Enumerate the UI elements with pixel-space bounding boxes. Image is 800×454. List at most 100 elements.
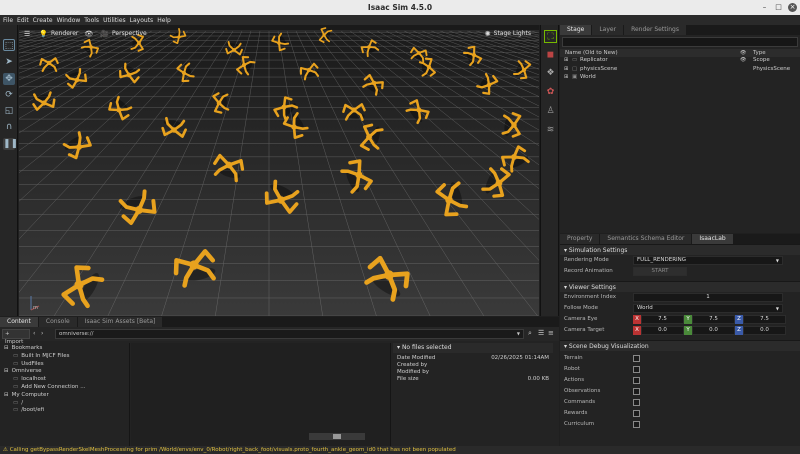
tab-console[interactable]: Console xyxy=(38,317,77,327)
camera-eye-y-input[interactable]: 7.5 xyxy=(692,315,735,324)
zoom-slider-handle[interactable] xyxy=(333,434,341,439)
file-grid[interactable] xyxy=(131,343,391,446)
commands-checkbox[interactable] xyxy=(633,399,640,406)
simulation-settings-header[interactable]: ▾ Simulation Settings xyxy=(560,244,800,255)
collapse-icon: ▾ xyxy=(397,344,401,351)
person-icon[interactable]: ♙ xyxy=(544,105,557,118)
camera-target-y-input[interactable]: 0.0 xyxy=(692,326,735,335)
collapse-icon[interactable]: ⊟ xyxy=(4,392,9,398)
stage-row-world[interactable]: ⊞ ▣ World xyxy=(560,74,800,83)
camera-icon[interactable]: 🎥 xyxy=(100,30,109,38)
expand-icon[interactable]: ⊞ xyxy=(564,74,568,82)
menu-tools[interactable]: Tools xyxy=(84,17,99,24)
tab-layer[interactable]: Layer xyxy=(592,25,624,35)
tree-item[interactable]: ▭ localhost xyxy=(0,376,129,384)
details-header[interactable]: ▾ No files selected xyxy=(393,343,553,353)
collapse-icon[interactable]: ⊟ xyxy=(4,345,9,351)
robot-checkbox[interactable] xyxy=(633,366,640,373)
select-cursor-icon[interactable]: ➤ xyxy=(3,56,15,68)
select-all-icon[interactable]: ⬚ xyxy=(3,39,15,51)
terrain-checkbox[interactable] xyxy=(633,355,640,362)
viewport[interactable] xyxy=(19,25,539,316)
snap-icon[interactable]: ∩ xyxy=(3,121,15,133)
path-input[interactable]: omniverse:// ▼ xyxy=(55,329,524,339)
col-type[interactable]: Type xyxy=(753,49,766,57)
rewards-checkbox[interactable] xyxy=(633,410,640,417)
visibility-icon[interactable]: 👁 xyxy=(740,57,746,65)
minimize-icon[interactable]: – xyxy=(760,3,769,12)
menu-icon[interactable]: ≡ xyxy=(548,329,554,337)
tree-item[interactable]: ⊟ Omniverse xyxy=(0,368,129,376)
close-icon[interactable]: × xyxy=(788,3,797,12)
tab-semantics-schema-editor[interactable]: Semantics Schema Editor xyxy=(600,234,692,244)
environment-index-input[interactable]: 1 xyxy=(633,293,783,302)
tab-stage[interactable]: Stage xyxy=(560,25,592,35)
tab-render-settings[interactable]: Render Settings xyxy=(624,25,686,35)
curriculum-checkbox[interactable] xyxy=(633,421,640,428)
menu-create[interactable]: Create xyxy=(33,17,53,24)
menu-window[interactable]: Window xyxy=(57,17,81,24)
record-start-button[interactable]: START xyxy=(633,267,687,276)
menu-edit[interactable]: Edit xyxy=(17,17,29,24)
stage-lights-menu[interactable]: Stage Lights xyxy=(494,30,531,37)
tree-item[interactable]: ⊟ Bookmarks xyxy=(0,345,129,353)
tab-isaac-sim-assets[interactable]: Isaac Sim Assets [Beta] xyxy=(77,317,163,327)
back-icon[interactable]: ‹ xyxy=(33,330,35,337)
tree-item[interactable]: ▭ Built In MJCF Files xyxy=(0,353,129,361)
camera-target-x-input[interactable]: 0.0 xyxy=(641,326,684,335)
follow-mode-select[interactable]: World ▼ xyxy=(633,304,783,313)
menu-file[interactable]: File xyxy=(3,17,13,24)
stage-row-physicsscene[interactable]: ⊞ ▢ physicsScene PhysicsScene xyxy=(560,66,800,75)
rendering-mode-select[interactable]: FULL_RENDERING ▼ xyxy=(633,256,783,265)
eye-icon[interactable]: 👁 xyxy=(84,30,93,38)
tree-item[interactable]: ⊟ My Computer xyxy=(0,392,129,400)
tree-item[interactable]: ▭ UsdFiles xyxy=(0,361,129,369)
renderer-menu[interactable]: Renderer xyxy=(51,30,78,37)
camera-eye-x-input[interactable]: 7.5 xyxy=(641,315,684,324)
physics-icon[interactable]: ❖ xyxy=(544,67,557,80)
tab-isaaclab[interactable]: IsaacLab xyxy=(692,234,733,244)
forward-icon[interactable]: › xyxy=(41,330,43,337)
observations-checkbox[interactable] xyxy=(633,388,640,395)
tree-item[interactable]: ▭ Add New Connection ... xyxy=(0,384,129,392)
renderer-icon[interactable]: 💡 xyxy=(39,30,48,38)
stage-item-label: World xyxy=(580,74,596,80)
scene-debug-header[interactable]: ▾ Scene Debug Visualization xyxy=(560,340,800,351)
camera-menu[interactable]: Perspective xyxy=(112,30,147,37)
move-icon[interactable]: ✥ xyxy=(3,73,15,85)
layers-icon[interactable]: ≋ xyxy=(544,124,557,137)
tab-content[interactable]: Content xyxy=(0,317,38,327)
stage-row-replicator[interactable]: ⊞ ▭ Replicator 👁 Scope xyxy=(560,57,800,66)
tree-item-label: Add New Connection ... xyxy=(21,383,86,390)
pause-icon[interactable]: ❚❚ xyxy=(3,138,18,150)
camera-target-z-input[interactable]: 0.0 xyxy=(743,326,786,335)
camera-eye-z-input[interactable]: 7.5 xyxy=(743,315,786,324)
menu-layouts[interactable]: Layouts xyxy=(130,17,154,24)
stage-search-input[interactable] xyxy=(562,37,798,47)
maximize-icon[interactable]: □ xyxy=(774,3,783,12)
tab-property[interactable]: Property xyxy=(560,234,600,244)
expand-icon[interactable]: ⊞ xyxy=(564,57,568,65)
import-button[interactable]: + Import xyxy=(2,329,30,345)
rotate-icon[interactable]: ⟳ xyxy=(3,89,15,101)
viewport-scene[interactable] xyxy=(19,25,539,316)
filter-icon[interactable]: ⌕ xyxy=(528,329,532,338)
tree-item[interactable]: ▭ / xyxy=(0,400,129,408)
cube-icon[interactable]: ◼ xyxy=(544,49,557,62)
menu-utilities[interactable]: Utilities xyxy=(103,17,126,24)
tree-item[interactable]: ▭/boot/efi xyxy=(0,407,129,415)
menu-help[interactable]: Help xyxy=(157,17,171,24)
collapse-icon[interactable]: ⊟ xyxy=(4,368,9,374)
viewer-settings-header[interactable]: ▾ Viewer Settings xyxy=(560,281,800,292)
details-title: No files selected xyxy=(401,344,452,351)
material-icon[interactable]: ✿ xyxy=(544,86,557,99)
scale-icon[interactable]: ◱ xyxy=(3,105,15,117)
col-name[interactable]: Name (Old to New) xyxy=(565,49,618,57)
stage-view-icon[interactable]: ⛶ xyxy=(544,30,557,43)
list-view-icon[interactable]: ☰ xyxy=(538,329,544,337)
actions-checkbox[interactable] xyxy=(633,377,640,384)
zoom-slider[interactable] xyxy=(309,433,365,440)
lights-icon[interactable]: ✺ xyxy=(485,30,491,38)
settings-icon[interactable]: ☰ xyxy=(24,30,30,38)
expand-icon[interactable]: ⊞ xyxy=(564,66,568,74)
